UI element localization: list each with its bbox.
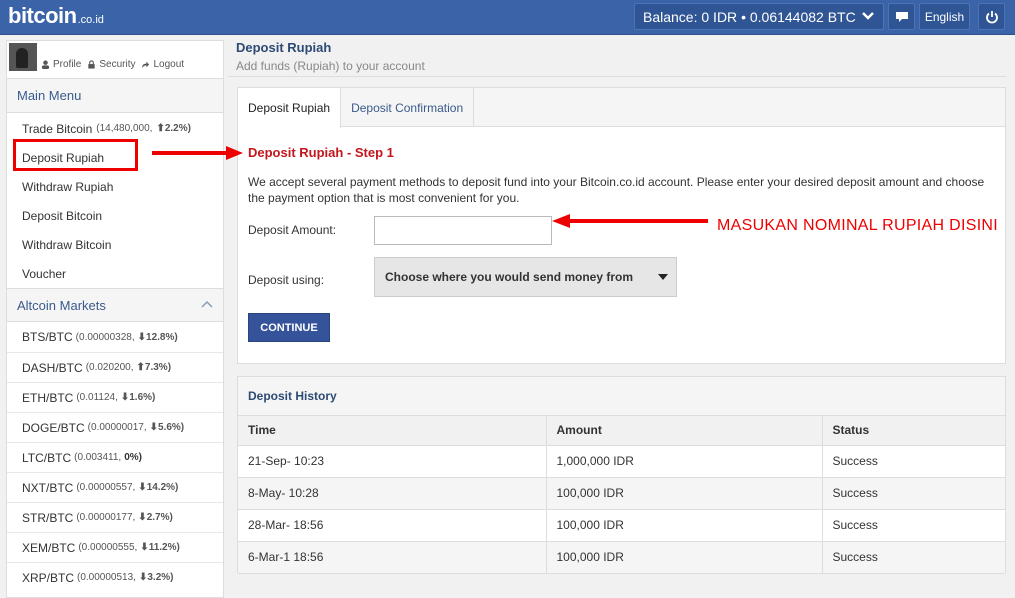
main-menu-header: Main Menu: [7, 79, 223, 113]
table-row: 6-Mar-1 18:56 100,000 IDR Success: [238, 541, 1005, 574]
deposit-using-label: Deposit using:: [248, 273, 325, 287]
user-icon: [41, 60, 50, 69]
altcoin-list: BTS/BTC (0.00000328, ⬇12.8%) DASH/BTC (0.0…: [7, 322, 223, 592]
col-amount: Amount: [546, 416, 823, 446]
menu-withdraw-bitcoin[interactable]: Withdraw Bitcoin: [7, 230, 223, 259]
tab-bar: Deposit Rupiah Deposit Confirmation: [238, 88, 1005, 128]
col-time: Time: [238, 416, 547, 446]
profile-section: Profile Security Logout: [7, 41, 223, 79]
profile-link[interactable]: Profile: [41, 59, 81, 70]
lock-icon: [88, 60, 96, 69]
altcoin-xrp[interactable]: XRP/BTC (0.00000513, ⬇3.2%): [7, 562, 223, 592]
change-up: ⬆7.3%): [136, 362, 172, 373]
col-status: Status: [822, 416, 1005, 446]
top-bar: bitcoin .co.id Balance: 0 IDR • 0.061440…: [0, 0, 1015, 35]
deposit-description: We accept several payment methods to dep…: [248, 175, 985, 205]
annotation-text: MASUKAN NOMINAL RUPIAH DISINI: [717, 217, 999, 234]
sidebar: Profile Security Logout Main Menu Trade …: [6, 40, 224, 598]
altcoin-dash[interactable]: DASH/BTC (0.020200, ⬆7.3%): [7, 352, 223, 382]
page-subtitle: Add funds (Rupiah) to your account: [236, 59, 425, 73]
change-down: ⬇11.2%): [140, 542, 180, 553]
continue-button[interactable]: CONTINUE: [248, 313, 330, 342]
altcoin-eth[interactable]: ETH/BTC (0.01124, ⬇1.6%): [7, 382, 223, 412]
balance-label: Balance:: [643, 8, 698, 25]
change-down: ⬇14.2%): [138, 482, 179, 493]
table-row: 8-May- 10:28 100,000 IDR Success: [238, 477, 1005, 510]
table-row: 28-Mar- 18:56 100,000 IDR Success: [238, 509, 1005, 542]
altcoin-nxt[interactable]: NXT/BTC (0.00000557, ⬇14.2%): [7, 472, 223, 502]
page-header: Deposit Rupiah Add funds (Rupiah) to you…: [228, 35, 1006, 77]
balance-dropdown[interactable]: Balance: 0 IDR • 0.06144082 BTC: [634, 3, 884, 30]
menu-voucher[interactable]: Voucher: [7, 259, 223, 288]
change-down: ⬇5.6%): [149, 422, 185, 433]
balance-btc: 0.06144082 BTC: [749, 8, 856, 25]
balance-separator: •: [741, 8, 746, 25]
logo-text: bitcoin: [8, 3, 77, 28]
altcoin-xem[interactable]: XEM/BTC (0.00000555, ⬇11.2%): [7, 532, 223, 562]
table-row: 21-Sep- 10:23 1,000,000 IDR Success: [238, 445, 1005, 478]
change-down: ⬇3.2%): [138, 572, 174, 583]
annotation-arrow-left: [552, 214, 708, 228]
payment-method-select[interactable]: Choose where you would send money from: [374, 257, 677, 297]
change-down: ⬇2.7%): [138, 512, 173, 523]
altcoin-str[interactable]: STR/BTC (0.00000177, ⬇2.7%): [7, 502, 223, 532]
history-table: Time Amount Status 21-Sep- 10:23 1,000,0…: [238, 416, 1005, 574]
change-up: ⬆2.2%): [156, 123, 191, 134]
deposit-amount-input[interactable]: [374, 216, 552, 245]
change-down: ⬇1.6%): [120, 392, 156, 403]
table-header-row: Time Amount Status: [238, 416, 1005, 446]
page-title: Deposit Rupiah: [236, 40, 332, 55]
language-button[interactable]: English: [919, 3, 970, 30]
tab-deposit-confirmation[interactable]: Deposit Confirmation: [341, 88, 475, 127]
history-title: Deposit History: [238, 377, 1005, 416]
avatar[interactable]: [9, 43, 37, 71]
annotation-highlight-box: [13, 139, 138, 171]
caret-down-icon: [658, 274, 668, 280]
chat-button[interactable]: [888, 3, 915, 30]
step-title: Deposit Rupiah - Step 1: [248, 145, 394, 160]
logout-link[interactable]: Logout: [141, 59, 184, 70]
power-icon: [985, 10, 998, 23]
change-down: ⬇12.8%): [137, 331, 178, 343]
logout-power-button[interactable]: [978, 3, 1005, 30]
menu-deposit-bitcoin[interactable]: Deposit Bitcoin: [7, 201, 223, 230]
chat-icon: [895, 11, 908, 22]
deposit-amount-label: Deposit Amount:: [248, 223, 337, 237]
chevron-up-icon: [201, 300, 213, 308]
share-arrow-icon: [142, 61, 150, 69]
tab-deposit-rupiah[interactable]: Deposit Rupiah: [238, 88, 342, 128]
altcoin-bts[interactable]: BTS/BTC (0.00000328, ⬇12.8%): [7, 322, 223, 352]
logo-domain: .co.id: [77, 14, 104, 26]
change-flat: 0%): [124, 452, 142, 463]
altcoin-markets-header[interactable]: Altcoin Markets: [7, 288, 223, 322]
chevron-down-icon: [862, 12, 874, 20]
menu-withdraw-rupiah[interactable]: Withdraw Rupiah: [7, 172, 223, 201]
balance-idr: 0 IDR: [701, 8, 738, 25]
language-label: English: [924, 9, 965, 24]
annotation-arrow-right: [152, 146, 243, 160]
bitcoin-logo[interactable]: bitcoin .co.id: [8, 3, 104, 31]
security-link[interactable]: Security: [87, 59, 135, 70]
altcoin-doge[interactable]: DOGE/BTC (0.00000017, ⬇5.6%): [7, 412, 223, 442]
altcoin-ltc[interactable]: LTC/BTC (0.003411, 0%): [7, 442, 223, 472]
deposit-history-panel: Deposit History Time Amount Status 21-Se…: [237, 376, 1006, 574]
